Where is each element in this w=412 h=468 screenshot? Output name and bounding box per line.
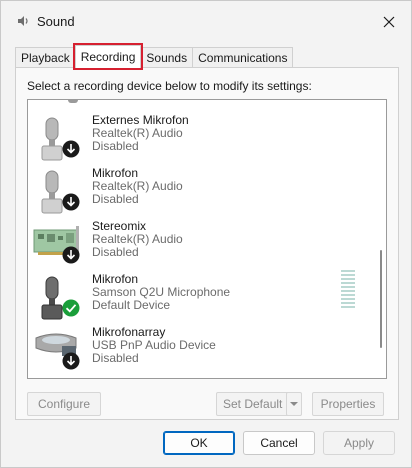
partial-microphone-icon — [68, 100, 78, 103]
list-item[interactable]: Stereomix Realtek(R) Audio Disabled — [28, 220, 373, 272]
device-status: Disabled — [92, 245, 139, 259]
device-status: Disabled — [92, 192, 139, 206]
disabled-arrow-badge — [62, 193, 80, 214]
instruction-text: Select a recording device below to modif… — [27, 79, 312, 93]
properties-button[interactable]: Properties — [312, 392, 384, 416]
close-button[interactable] — [375, 9, 403, 35]
set-default-dropdown[interactable] — [286, 392, 302, 416]
close-icon — [383, 16, 395, 28]
level-meter — [341, 270, 355, 310]
recording-panel: Select a recording device below to modif… — [15, 67, 399, 420]
cancel-button[interactable]: Cancel — [243, 431, 315, 455]
tab-sounds[interactable]: Sounds — [140, 47, 194, 68]
chevron-down-icon — [290, 402, 298, 406]
device-list[interactable]: Externes Mikrofon Realtek(R) Audio Disab… — [27, 99, 387, 379]
sound-dialog: Sound Playback Recording Sounds Communic… — [0, 0, 412, 468]
apply-button[interactable]: Apply — [323, 431, 395, 455]
disabled-arrow-badge — [62, 140, 80, 161]
disabled-arrow-badge — [62, 352, 80, 373]
tab-communications[interactable]: Communications — [192, 47, 294, 68]
list-item[interactable]: Mikrofon Realtek(R) Audio Disabled — [28, 167, 373, 219]
tab-recording[interactable]: Recording — [72, 43, 144, 70]
set-default-label: Set Default — [223, 397, 283, 411]
list-item[interactable]: Mikrofonarray USB PnP Audio Device Disab… — [28, 326, 373, 378]
ok-button[interactable]: OK — [163, 431, 235, 455]
list-item[interactable]: Mikrofon Samson Q2U Microphone Default D… — [28, 273, 373, 325]
title-bar: Sound — [1, 1, 411, 41]
window-title: Sound — [37, 14, 75, 29]
default-check-badge — [62, 299, 80, 320]
tab-strip: Playback Recording Sounds Communications — [15, 43, 294, 70]
list-item[interactable]: Externes Mikrofon Realtek(R) Audio Disab… — [28, 114, 373, 166]
set-default-button[interactable]: Set Default — [216, 392, 294, 416]
device-status: Default Device — [92, 298, 171, 312]
disabled-arrow-badge — [62, 246, 80, 267]
device-status: Disabled — [92, 139, 139, 153]
device-status: Disabled — [92, 351, 139, 365]
configure-button[interactable]: Configure — [27, 392, 101, 416]
speaker-icon — [15, 13, 31, 29]
tab-playback[interactable]: Playback — [15, 47, 76, 68]
vertical-scrollbar[interactable] — [380, 250, 382, 348]
